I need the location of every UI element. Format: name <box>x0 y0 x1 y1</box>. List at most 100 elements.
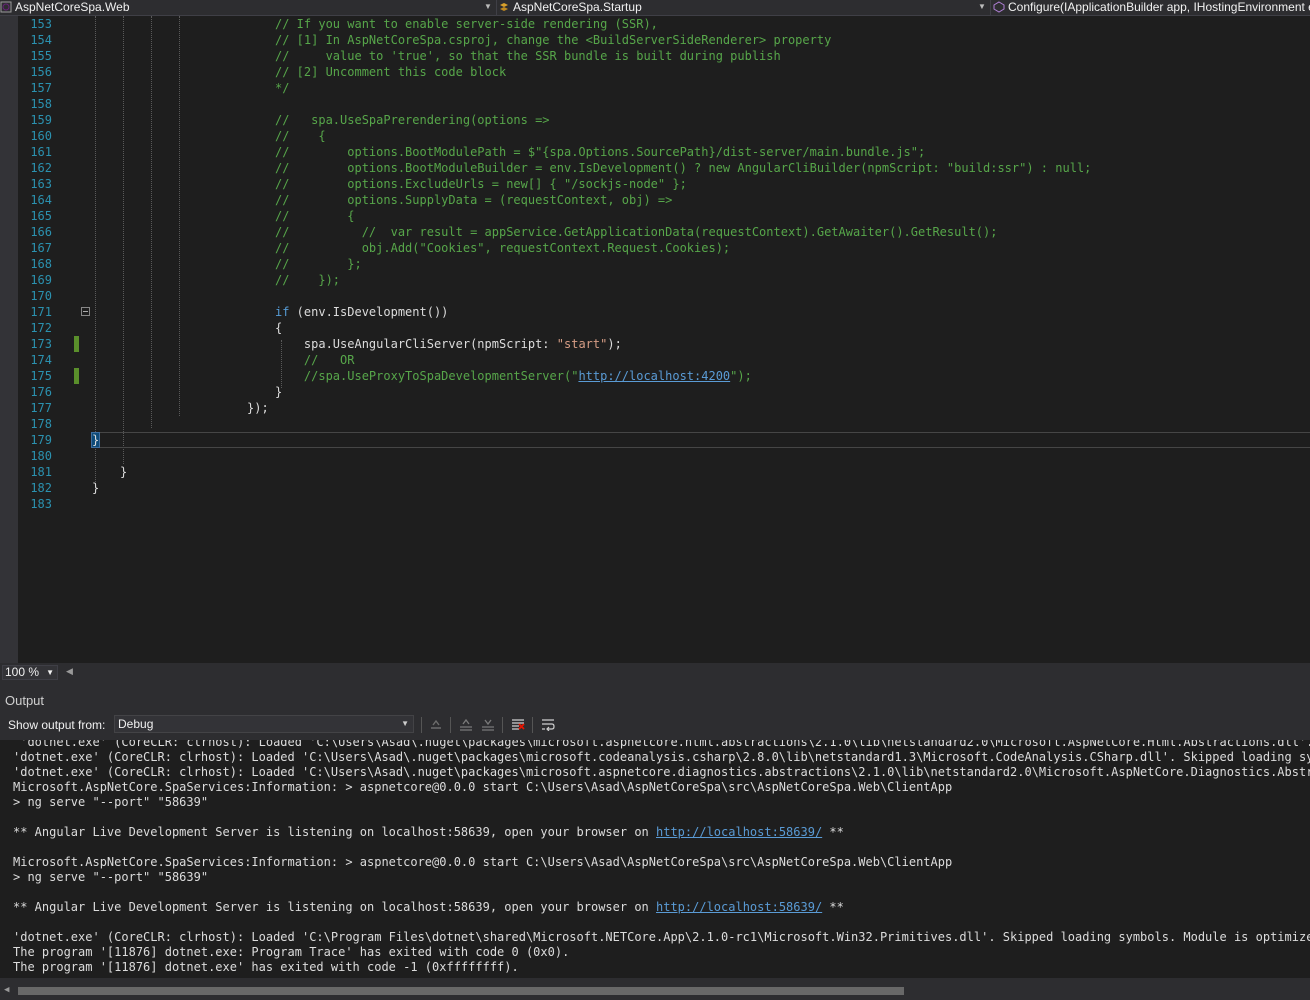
line-number: 169 <box>30 273 52 287</box>
class-dropdown[interactable]: AspNetCoreSpa.Startup ▼ <box>498 0 988 15</box>
member-dropdown[interactable]: Configure(IApplicationBuilder app, IHost… <box>993 0 1310 15</box>
code-line: 175 //spa.UseProxyToSpaDevelopmentServer… <box>0 368 1310 384</box>
scroll-left-icon[interactable]: ◀ <box>4 985 9 995</box>
output-text-segment: ** <box>822 825 844 839</box>
code-text: // }; <box>275 256 362 272</box>
code-line: 155 // value to 'true', so that the SSR b… <box>0 48 1310 64</box>
chevron-down-icon: ▼ <box>978 2 986 11</box>
toggle-word-wrap-icon <box>542 719 555 731</box>
code-token: // value to 'true', so that the SSR bund… <box>275 49 781 63</box>
code-token: // { <box>275 209 355 223</box>
code-line: 165 // { <box>0 208 1310 224</box>
line-number: 181 <box>30 465 52 479</box>
line-number: 156 <box>30 65 52 79</box>
code-line: 171 if (env.IsDevelopment()) <box>0 304 1310 320</box>
scroll-left-icon[interactable]: ◀ <box>66 666 73 677</box>
clear-all-button[interactable] <box>508 715 528 733</box>
code-text: }); <box>247 400 269 416</box>
output-title: Output <box>5 693 45 708</box>
output-line: 'dotnet.exe' (CoreCLR: clrhost): Loaded … <box>13 765 1310 780</box>
code-line: 168 // }; <box>0 256 1310 272</box>
chevron-down-icon: ▼ <box>401 719 409 728</box>
code-token: }); <box>247 401 269 415</box>
csharp-project-icon <box>0 1 12 13</box>
code-text: // obj.Add("Cookies", requestContext.Req… <box>275 240 730 256</box>
output-line: > ng serve "--port" "58639" <box>13 870 208 885</box>
code-line: 160 // { <box>0 128 1310 144</box>
go-to-next-message-icon <box>482 719 494 731</box>
line-number: 177 <box>30 401 52 415</box>
editor-horizontal-scrollbar[interactable] <box>78 669 1300 676</box>
code-link[interactable]: http://localhost:4200 <box>578 369 730 383</box>
output-source-select[interactable]: Debug ▼ <box>114 715 414 733</box>
code-editor[interactable]: 153 // If you want to enable server-side … <box>0 16 1310 663</box>
scrollbar-thumb[interactable] <box>18 987 904 995</box>
code-text: // options.SupplyData = (requestContext,… <box>275 192 672 208</box>
line-number: 157 <box>30 81 52 95</box>
output-text-segment: ** <box>822 900 844 914</box>
project-dropdown[interactable]: AspNetCoreSpa.Web ▼ <box>0 0 496 15</box>
find-previous-icon <box>431 719 441 729</box>
output-text-segment: 'dotnet.exe' (CoreCLR: clrhost): Loaded … <box>13 930 1310 944</box>
output-text-segment: Microsoft.AspNetCore.SpaServices:Informa… <box>13 780 953 794</box>
code-text: // // var result = appService.GetApplica… <box>275 224 997 240</box>
output-line: The program '[11876] dotnet.exe' has exi… <box>13 960 519 975</box>
find-previous-button[interactable] <box>426 715 446 733</box>
code-token: } <box>120 465 128 479</box>
output-link[interactable]: http://localhost:58639/ <box>656 900 822 914</box>
previous-message-button[interactable] <box>456 715 476 733</box>
code-text: // }); <box>275 272 340 288</box>
output-line: ** Angular Live Development Server is li… <box>13 825 844 840</box>
output-link[interactable]: http://localhost:58639/ <box>656 825 822 839</box>
output-text-segment: ** Angular Live Development Server is li… <box>13 825 656 839</box>
navigation-bar: AspNetCoreSpa.Web ▼ AspNetCoreSpa.Startu… <box>0 0 1310 16</box>
code-text: if (env.IsDevelopment()) <box>275 304 448 320</box>
toggle-word-wrap-button[interactable] <box>538 715 558 733</box>
code-text: } <box>275 384 282 400</box>
collapse-toggle[interactable] <box>81 307 90 316</box>
line-number: 179 <box>30 433 52 447</box>
line-number: 165 <box>30 209 52 223</box>
line-number: 172 <box>30 321 52 335</box>
output-line: Microsoft.AspNetCore.SpaServices:Informa… <box>13 855 952 870</box>
class-icon <box>500 3 508 11</box>
change-marker <box>74 368 79 384</box>
output-text-segment: ** Angular Live Development Server is li… <box>13 900 656 914</box>
zoom-dropdown[interactable]: 100 % ▼ <box>2 665 58 680</box>
line-number: 178 <box>30 417 52 431</box>
line-number: 159 <box>30 113 52 127</box>
line-number: 167 <box>30 241 52 255</box>
output-text-segment: 'dotnet.exe' (CoreCLR: clrhost): Loaded … <box>20 740 1310 749</box>
code-text: // spa.UseSpaPrerendering(options => <box>275 112 550 128</box>
line-number: 163 <box>30 177 52 191</box>
code-text: // options.BootModulePath = $"{spa.Optio… <box>275 144 925 160</box>
code-text: // value to 'true', so that the SSR bund… <box>275 48 781 64</box>
code-line: 162 // options.BootModuleBuilder = env.Is… <box>0 160 1310 176</box>
code-token: //spa.UseProxyToSpaDevelopmentServer(" <box>275 369 579 383</box>
code-token: } <box>92 481 100 495</box>
code-token: // [2] Uncomment this code block <box>275 65 507 79</box>
output-horizontal-scrollbar[interactable]: ◀ <box>0 985 1310 997</box>
code-line: 172 { <box>0 320 1310 336</box>
line-number: 174 <box>30 353 52 367</box>
code-line: 167 // obj.Add("Cookies", requestContext.… <box>0 240 1310 256</box>
code-token: // OR <box>275 353 355 367</box>
output-text[interactable]: 'dotnet.exe' (CoreCLR: clrhost): Loaded … <box>0 740 1310 978</box>
line-number: 155 <box>30 49 52 63</box>
output-text-segment: > ng serve "--port" "58639" <box>13 870 209 884</box>
line-number: 160 <box>30 129 52 143</box>
code-line: 173 spa.UseAngularCliServer(npmScript: "… <box>0 336 1310 352</box>
code-text: } <box>90 432 101 448</box>
line-number: 161 <box>30 145 52 159</box>
code-token: "); <box>730 369 752 383</box>
line-number: 166 <box>30 225 52 239</box>
code-token: if <box>275 305 290 319</box>
next-message-button[interactable] <box>478 715 498 733</box>
show-output-from-label: Show output from: <box>8 718 106 732</box>
code-text: // [2] Uncomment this code block <box>275 64 506 80</box>
member-name: Configure(IApplicationBuilder app, IHost… <box>1008 0 1310 14</box>
code-line: 177}); <box>0 400 1310 416</box>
code-token: // }; <box>275 257 362 271</box>
code-text: // options.ExcludeUrls = new[] { "/sockj… <box>275 176 687 192</box>
code-line: 183 <box>0 496 1310 512</box>
